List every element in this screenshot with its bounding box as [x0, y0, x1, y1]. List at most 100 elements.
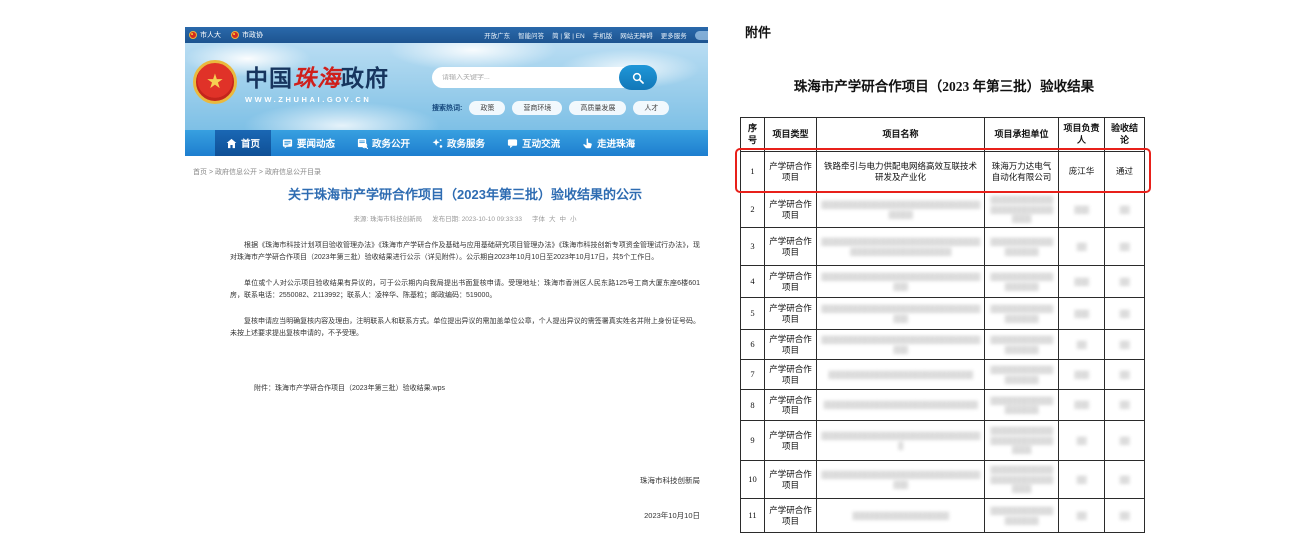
- nav-news[interactable]: 要闻动态: [271, 130, 346, 156]
- emblem-star: ★: [206, 72, 224, 92]
- cell-type: 产学研合作项目: [765, 499, 817, 533]
- col-header-org: 项目承担单位: [985, 118, 1059, 152]
- cell-person-blurred: ▒▒: [1059, 330, 1105, 360]
- cell-project-name-blurred: ▒▒▒▒▒▒▒▒▒▒▒▒▒▒▒▒▒▒▒▒▒▒▒▒▒▒▒▒▒▒▒▒▒▒▒▒: [817, 461, 985, 499]
- cell-org: 珠海万力达电气自动化有限公司: [985, 152, 1059, 192]
- hot-word-hq-development[interactable]: 高质量发展: [569, 101, 626, 115]
- link-more-services[interactable]: 更多服务: [661, 30, 687, 40]
- cell-org-blurred: ▒▒▒▒▒▒▒▒▒▒▒▒▒▒▒▒▒▒▒▒: [985, 390, 1059, 421]
- cell-result-blurred: ▒▒: [1105, 192, 1145, 228]
- results-table-title: 珠海市产学研合作项目（2023 年第三批）验收结果: [738, 75, 1150, 95]
- cell-no: 8: [741, 390, 765, 421]
- hot-word-policy[interactable]: 政策: [469, 101, 505, 115]
- col-header-name: 项目名称: [817, 118, 985, 152]
- cell-no: 1: [741, 152, 765, 192]
- site-support-badge[interactable]: [695, 31, 708, 40]
- cell-type: 产学研合作项目: [765, 421, 817, 461]
- home-icon: [226, 138, 237, 149]
- cell-result-blurred: ▒▒: [1105, 298, 1145, 330]
- link-open-guangdong[interactable]: 开放广东: [484, 30, 510, 40]
- link-accessibility[interactable]: 网站无障碍: [620, 30, 653, 40]
- cell-project-name-blurred: ▒▒▒▒▒▒▒▒▒▒▒▒▒▒▒▒▒▒▒▒▒▒▒▒▒▒▒▒▒▒▒▒: [817, 390, 985, 421]
- cell-org-blurred: ▒▒▒▒▒▒▒▒▒▒▒▒▒▒▒▒▒▒▒▒▒▒▒▒▒▒▒▒▒▒: [985, 461, 1059, 499]
- cell-result-blurred: ▒▒: [1105, 461, 1145, 499]
- cell-org-blurred: ▒▒▒▒▒▒▒▒▒▒▒▒▒▒▒▒▒▒▒▒: [985, 360, 1059, 390]
- cell-org-blurred: ▒▒▒▒▒▒▒▒▒▒▒▒▒▒▒▒▒▒▒▒▒▒▒▒▒▒▒▒▒▒: [985, 192, 1059, 228]
- cell-person-blurred: ▒▒: [1059, 499, 1105, 533]
- link-smart-qa[interactable]: 智能问答: [518, 30, 544, 40]
- cell-project-name-blurred: ▒▒▒▒▒▒▒▒▒▒▒▒▒▒▒▒▒▒▒▒▒▒▒▒▒▒▒▒▒▒▒▒▒▒▒▒▒▒: [817, 192, 985, 228]
- cell-type: 产学研合作项目: [765, 192, 817, 228]
- table-row: 7 产学研合作项目 ▒▒▒▒▒▒▒▒▒▒▒▒▒▒▒▒▒▒▒▒▒▒▒▒▒▒▒▒▒▒…: [741, 360, 1145, 390]
- nav-gov-disclosure[interactable]: 政务公开: [346, 130, 421, 156]
- font-size-small[interactable]: 小: [570, 213, 577, 223]
- cell-type: 产学研合作项目: [765, 228, 817, 266]
- cell-result-blurred: ▒▒: [1105, 228, 1145, 266]
- table-header-row: 序号 项目类型 项目名称 项目承担单位 项目负责人 验收结论: [741, 118, 1145, 152]
- results-table: 序号 项目类型 项目名称 项目承担单位 项目负责人 验收结论 1 产学研合作项目…: [740, 117, 1145, 533]
- nav-label: 走进珠海: [597, 136, 635, 150]
- attachment-link[interactable]: 附件：珠海市产学研合作项目（2023年第三批）验收结果.wps: [254, 383, 700, 393]
- nav-interaction[interactable]: 互动交流: [496, 130, 571, 156]
- cell-project-name-blurred: ▒▒▒▒▒▒▒▒▒▒▒▒▒▒▒▒▒▒▒▒▒▒▒▒▒▒▒▒▒▒▒▒▒▒: [817, 421, 985, 461]
- cell-person: 庞江华: [1059, 152, 1105, 192]
- cell-type: 产学研合作项目: [765, 330, 817, 360]
- table-row: 9 产学研合作项目 ▒▒▒▒▒▒▒▒▒▒▒▒▒▒▒▒▒▒▒▒▒▒▒▒▒▒▒▒▒▒…: [741, 421, 1145, 461]
- cell-result-blurred: ▒▒: [1105, 266, 1145, 298]
- font-size-controls: 字体 大 中 小: [532, 213, 577, 223]
- cell-org-blurred: ▒▒▒▒▒▒▒▒▒▒▒▒▒▒▒▒▒▒▒▒: [985, 499, 1059, 533]
- table-row: 8 产学研合作项目 ▒▒▒▒▒▒▒▒▒▒▒▒▒▒▒▒▒▒▒▒▒▒▒▒▒▒▒▒▒▒…: [741, 390, 1145, 421]
- font-label: 字体: [532, 213, 545, 223]
- hot-word-business-env[interactable]: 营商环境: [512, 101, 562, 115]
- meta-source: 来源: 珠海市科技创新局: [353, 213, 422, 223]
- news-icon: [282, 138, 293, 149]
- meta-date: 发布日期: 2023-10-10 09:33:33: [432, 213, 522, 223]
- table-row: 3 产学研合作项目 ▒▒▒▒▒▒▒▒▒▒▒▒▒▒▒▒▒▒▒▒▒▒▒▒▒▒▒▒▒▒…: [741, 228, 1145, 266]
- breadcrumb[interactable]: 首页 > 政府信息公开 > 政府信息公开目录: [193, 167, 321, 177]
- nav-home[interactable]: 首页: [215, 130, 271, 156]
- cell-project-name-blurred: ▒▒▒▒▒▒▒▒▒▒▒▒▒▒▒▒▒▒▒▒: [817, 499, 985, 533]
- link-cppcc[interactable]: 市政协: [231, 30, 263, 40]
- attachment-heading: 附件: [745, 22, 1150, 41]
- table-row: 5 产学研合作项目 ▒▒▒▒▒▒▒▒▒▒▒▒▒▒▒▒▒▒▒▒▒▒▒▒▒▒▒▒▒▒…: [741, 298, 1145, 330]
- table-row-1-highlighted: 1 产学研合作项目 铁路牵引与电力供配电网络高效互联技术研发及产业化 珠海万力达…: [741, 152, 1145, 192]
- link-mobile-version[interactable]: 手机版: [593, 30, 613, 40]
- col-header-result: 验收结论: [1105, 118, 1145, 152]
- link-peoples-congress[interactable]: 市人大: [189, 30, 221, 40]
- paragraph-3: 复核申请应当明确复核内容及理由，注明联系人和联系方式。单位提出异议的需加盖单位公…: [230, 316, 700, 341]
- nav-label: 政务公开: [372, 136, 410, 150]
- cell-no: 3: [741, 228, 765, 266]
- cell-project-name-blurred: ▒▒▒▒▒▒▒▒▒▒▒▒▒▒▒▒▒▒▒▒▒▒▒▒▒▒▒▒▒▒▒▒▒▒▒▒: [817, 298, 985, 330]
- nav-label: 互动交流: [522, 136, 560, 150]
- screenshot-canvas: 市人大 市政协 开放广东 智能问答 简 | 繁 | EN 手机版 网站无障碍 更…: [0, 0, 1300, 546]
- nav-gov-services[interactable]: 政务服务: [421, 130, 496, 156]
- cell-no: 5: [741, 298, 765, 330]
- cell-type: 产学研合作项目: [765, 152, 817, 192]
- cell-org-blurred: ▒▒▒▒▒▒▒▒▒▒▒▒▒▒▒▒▒▒▒▒▒▒▒▒▒▒▒▒▒▒: [985, 421, 1059, 461]
- site-logo[interactable]: ★ 中国珠海政府 WWW.ZHUHAI.GOV.CN: [193, 59, 389, 104]
- font-size-large[interactable]: 大: [549, 213, 556, 223]
- table-row: 4 产学研合作项目 ▒▒▒▒▒▒▒▒▒▒▒▒▒▒▒▒▒▒▒▒▒▒▒▒▒▒▒▒▒▒…: [741, 266, 1145, 298]
- cell-person-blurred: ▒▒: [1059, 228, 1105, 266]
- cell-person-blurred: ▒▒▒: [1059, 298, 1105, 330]
- cell-project-name-blurred: ▒▒▒▒▒▒▒▒▒▒▒▒▒▒▒▒▒▒▒▒▒▒▒▒▒▒▒▒▒▒▒▒▒▒▒▒: [817, 266, 985, 298]
- font-size-medium[interactable]: 中: [560, 213, 567, 223]
- cell-result-blurred: ▒▒: [1105, 421, 1145, 461]
- cell-no: 2: [741, 192, 765, 228]
- cell-no: 11: [741, 499, 765, 533]
- table-row: 2 产学研合作项目 ▒▒▒▒▒▒▒▒▒▒▒▒▒▒▒▒▒▒▒▒▒▒▒▒▒▒▒▒▒▒…: [741, 192, 1145, 228]
- table-row: 10 产学研合作项目 ▒▒▒▒▒▒▒▒▒▒▒▒▒▒▒▒▒▒▒▒▒▒▒▒▒▒▒▒▒…: [741, 461, 1145, 499]
- link-label: 市人大: [200, 30, 221, 40]
- language-switcher[interactable]: 简 | 繁 | EN: [552, 30, 585, 40]
- top-utility-bar: 市人大 市政协 开放广东 智能问答 简 | 繁 | EN 手机版 网站无障碍 更…: [185, 27, 708, 43]
- cell-type: 产学研合作项目: [765, 266, 817, 298]
- table-row: 6 产学研合作项目 ▒▒▒▒▒▒▒▒▒▒▒▒▒▒▒▒▒▒▒▒▒▒▒▒▒▒▒▒▒▒…: [741, 330, 1145, 360]
- cell-person-blurred: ▒▒▒: [1059, 192, 1105, 228]
- nav-label: 政务服务: [447, 136, 485, 150]
- cell-result-blurred: ▒▒: [1105, 499, 1145, 533]
- hot-words-row: 搜索热词: 政策 营商环境 高质量发展 人才: [432, 101, 669, 115]
- nav-about-zhuhai[interactable]: 走进珠海: [571, 130, 646, 156]
- search-button[interactable]: [619, 65, 657, 90]
- pointing-hand-icon: [582, 138, 593, 149]
- hot-word-talent[interactable]: 人才: [633, 101, 669, 115]
